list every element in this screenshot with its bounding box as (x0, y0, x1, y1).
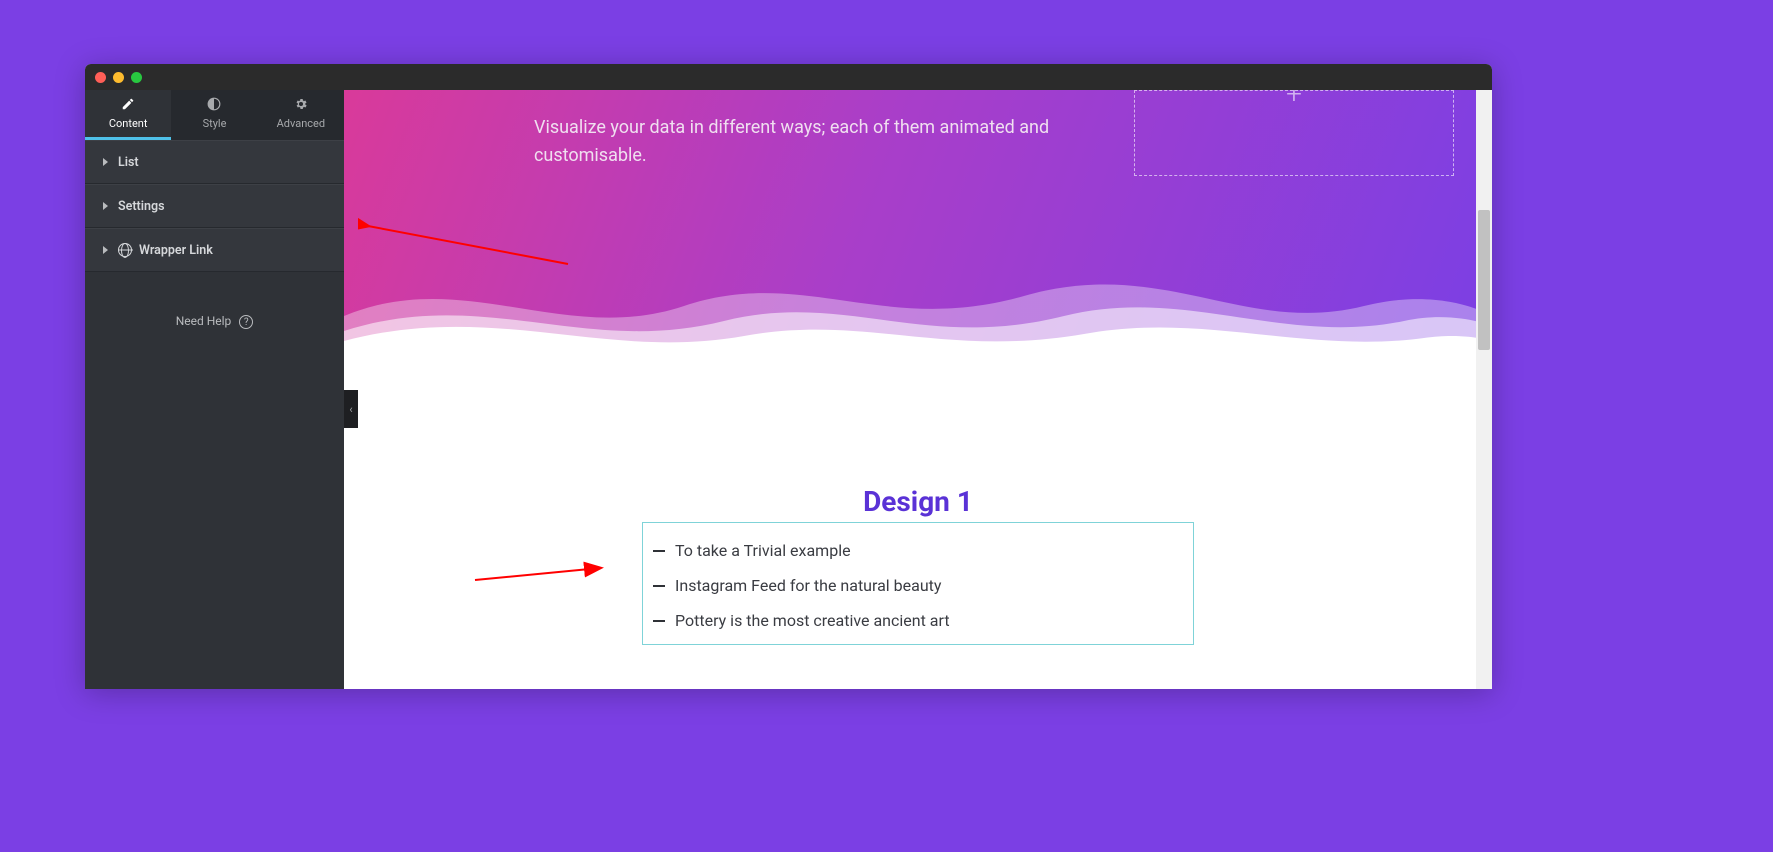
design-title: Design 1 (344, 485, 1492, 518)
panel-label: Wrapper Link (139, 243, 213, 258)
globe-icon (118, 243, 132, 257)
gear-icon (294, 97, 308, 114)
window-body: Content Style Advanced List (85, 90, 1492, 689)
pencil-icon (121, 97, 135, 114)
plus-icon: + (1286, 90, 1302, 110)
add-widget-dropzone[interactable]: + (1134, 90, 1454, 176)
chevron-left-icon: ‹ (349, 403, 352, 416)
window-zoom-dot[interactable] (131, 72, 142, 83)
list-item-text: To take a Trivial example (675, 541, 851, 560)
list-widget[interactable]: To take a Trivial example Instagram Feed… (642, 522, 1194, 645)
hero-section: Visualize your data in different ways; e… (344, 90, 1492, 355)
hero-description: Visualize your data in different ways; e… (534, 114, 1094, 170)
wave-divider (344, 246, 1492, 356)
contrast-icon (207, 97, 221, 114)
sidebar-collapse-button[interactable]: ‹ (344, 390, 358, 428)
dash-icon (653, 620, 665, 622)
tab-advanced[interactable]: Advanced (258, 90, 344, 140)
scrollbar-thumb[interactable] (1478, 210, 1490, 350)
caret-right-icon (103, 158, 108, 166)
panel-list[interactable]: List (85, 140, 344, 184)
window-minimize-dot[interactable] (113, 72, 124, 83)
dash-icon (653, 550, 665, 552)
sidebar-tabs: Content Style Advanced (85, 90, 344, 140)
help-label: Need Help (176, 314, 232, 328)
window-titlebar (85, 64, 1492, 90)
tab-label: Content (109, 117, 148, 130)
panel-label: List (118, 155, 139, 170)
dash-icon (653, 585, 665, 587)
preview-canvas: Visualize your data in different ways; e… (344, 90, 1492, 689)
window-close-dot[interactable] (95, 72, 106, 83)
caret-right-icon (103, 246, 108, 254)
app-window: Content Style Advanced List (85, 64, 1492, 689)
caret-right-icon (103, 202, 108, 210)
panel-label: Settings (118, 199, 165, 214)
list-item[interactable]: To take a Trivial example (653, 533, 1183, 568)
vertical-scrollbar[interactable] (1476, 90, 1492, 689)
need-help-link[interactable]: Need Help ? (85, 314, 344, 329)
list-item-text: Pottery is the most creative ancient art (675, 611, 950, 630)
panel-settings[interactable]: Settings (85, 184, 344, 228)
list-item[interactable]: Pottery is the most creative ancient art (653, 603, 1183, 638)
panel-wrapper-link[interactable]: Wrapper Link (85, 228, 344, 272)
tab-content[interactable]: Content (85, 90, 171, 140)
tab-label: Advanced (277, 117, 325, 130)
list-item[interactable]: Instagram Feed for the natural beauty (653, 568, 1183, 603)
list-item-text: Instagram Feed for the natural beauty (675, 576, 941, 595)
tab-style[interactable]: Style (171, 90, 257, 140)
editor-sidebar: Content Style Advanced List (85, 90, 344, 689)
question-icon: ? (239, 315, 253, 329)
tab-label: Style (203, 117, 227, 130)
